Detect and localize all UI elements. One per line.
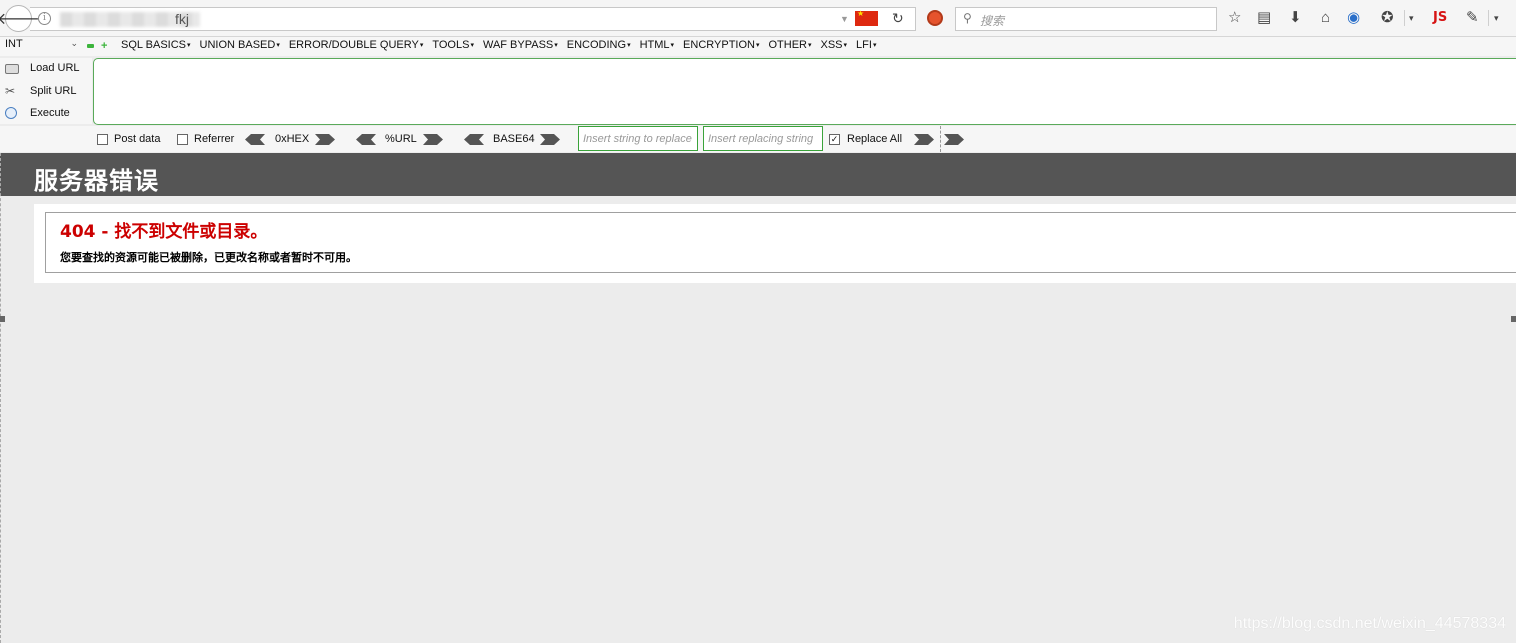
chevron-down-icon[interactable]: ▾	[1409, 9, 1414, 27]
hex-encode-arrow-icon[interactable]	[315, 134, 335, 145]
error-content: 404 - 找不到文件或目录。 您要查找的资源可能已被删除，已更改名称或者暂时不…	[34, 204, 1516, 283]
left-resize-handle[interactable]	[0, 316, 5, 322]
home-icon[interactable]: ⌂	[1321, 9, 1330, 27]
base64-label: BASE64	[493, 133, 535, 145]
url-encode-arrow-icon[interactable]	[423, 134, 443, 145]
address-bar[interactable]: i fkj ▼ ↻	[30, 7, 916, 31]
back-arrow-icon: 🡐	[0, 11, 40, 28]
back-button[interactable]: 🡐	[0, 5, 40, 32]
hackbar-menu-html[interactable]: HTML	[640, 39, 674, 51]
error-page-header: 服务器错误	[0, 153, 1516, 196]
hackbar-menu-encryption[interactable]: ENCRYPTION	[683, 39, 759, 51]
post-data-label: Post data	[114, 133, 161, 145]
replace-arrow-icon[interactable]	[914, 134, 934, 145]
hackbar-menu-lfi[interactable]: LFI	[856, 39, 876, 51]
reading-list-icon[interactable]: ▤	[1257, 9, 1271, 27]
referrer-checkbox[interactable]	[177, 134, 188, 145]
hackbar-menu-waf-bypass[interactable]: WAF BYPASS	[483, 39, 558, 51]
hackbar-menu-bar: INT ⌄ + SQL BASICS UNION BASED ERROR/DOUBL…	[0, 37, 1516, 56]
hackbar-url-textarea[interactable]	[93, 58, 1516, 125]
base64-decode-arrow-icon[interactable]	[464, 134, 484, 145]
hackbar-menu-other[interactable]: OTHER	[768, 39, 811, 51]
scissors-icon: ✂	[5, 84, 16, 98]
url-history-dropdown-icon[interactable]: ▼	[840, 14, 849, 24]
chevron-down-icon: ⌄	[70, 38, 78, 48]
url-decode-arrow-icon[interactable]	[356, 134, 376, 145]
error-title: 404 - 找不到文件或目录。	[60, 222, 268, 242]
error-description: 您要查找的资源可能已被删除，已更改名称或者暂时不可用。	[60, 251, 357, 264]
execute-label: Execute	[30, 107, 70, 119]
replacing-string-input[interactable]: Insert replacing string	[703, 126, 823, 151]
toolbar-separator	[1488, 10, 1489, 26]
replace-all-checkbox[interactable]: ✓	[829, 134, 840, 145]
frame-edge	[0, 153, 1, 643]
hackbar-menu-encoding[interactable]: ENCODING	[567, 39, 631, 51]
extension-icon[interactable]: ✎	[1466, 9, 1479, 27]
execute-button[interactable]: Execute	[0, 103, 90, 123]
increase-icon[interactable]: +	[101, 40, 107, 52]
menu-chevron-icon[interactable]: ▾	[1494, 9, 1499, 27]
error-fieldset: 404 - 找不到文件或目录。 您要查找的资源可能已被删除，已更改名称或者暂时不…	[45, 212, 1516, 273]
js-toggle-icon[interactable]: JS	[1433, 10, 1447, 25]
palette-icon[interactable]: ✪	[1381, 9, 1394, 27]
play-icon	[5, 107, 17, 119]
referrer-label: Referrer	[194, 133, 235, 145]
url-encode-label: %URL	[385, 133, 417, 145]
hackbar-menu-union-based[interactable]: UNION BASED	[200, 39, 280, 51]
hex-label: 0xHEX	[275, 133, 310, 145]
decrease-icon[interactable]	[87, 44, 94, 48]
hackbar-menu-sql-basics[interactable]: SQL BASICS	[121, 39, 191, 51]
browser-toolbar: i fkj ▼ ↻ 🡐 ⚲ 搜索 ☆ ▤ ⬇ ⌂ ◉ ✪ ▾ JS ✎ ▾	[0, 0, 1516, 37]
page-title: 服务器错误	[34, 167, 159, 195]
hackbar-menu-error-double-query[interactable]: ERROR/DOUBLE QUERY	[289, 39, 424, 51]
reload-icon[interactable]: ↻	[892, 10, 904, 27]
adblock-icon[interactable]	[927, 10, 943, 26]
search-placeholder: 搜索	[980, 14, 1005, 28]
replace-go-arrow-icon[interactable]	[944, 134, 964, 145]
type-select-value: INT	[5, 38, 23, 50]
hackbar-menu-tools[interactable]: TOOLS	[432, 39, 474, 51]
watermark: https://blog.csdn.net/weixin_44578334	[1233, 615, 1506, 632]
hackbar-options: Post data Referrer 0xHEX %URL BASE64 Ins…	[0, 126, 1516, 152]
post-data-checkbox[interactable]	[97, 134, 108, 145]
load-url-icon	[5, 64, 19, 74]
url-text[interactable]: fkj	[175, 11, 189, 27]
china-flag-icon	[855, 9, 878, 26]
globe-icon[interactable]: ◉	[1347, 9, 1360, 27]
type-select[interactable]: INT ⌄	[2, 38, 80, 54]
load-url-label: Load URL	[30, 62, 80, 74]
split-url-button[interactable]: ✂ Split URL	[0, 81, 90, 101]
search-icon: ⚲	[963, 11, 972, 25]
download-icon[interactable]: ⬇	[1289, 9, 1302, 27]
replace-string-input[interactable]: Insert string to replace	[578, 126, 698, 151]
hackbar-menus: SQL BASICS UNION BASED ERROR/DOUBLE QUERY T…	[121, 39, 885, 51]
base64-encode-arrow-icon[interactable]	[540, 134, 560, 145]
toolbar-separator	[1404, 10, 1405, 26]
replace-all-label: Replace All	[847, 133, 903, 145]
load-url-button[interactable]: Load URL	[0, 58, 90, 78]
bookmark-star-icon[interactable]: ☆	[1228, 9, 1241, 27]
split-url-label: Split URL	[30, 85, 77, 97]
right-resize-handle[interactable]	[1511, 316, 1516, 322]
hackbar-actions: Load URL ✂ Split URL Execute	[0, 58, 92, 124]
hackbar-menu-xss[interactable]: XSS	[821, 39, 848, 51]
search-bar[interactable]: ⚲ 搜索	[955, 7, 1217, 31]
options-separator	[940, 126, 941, 152]
hex-decode-arrow-icon[interactable]	[245, 134, 265, 145]
